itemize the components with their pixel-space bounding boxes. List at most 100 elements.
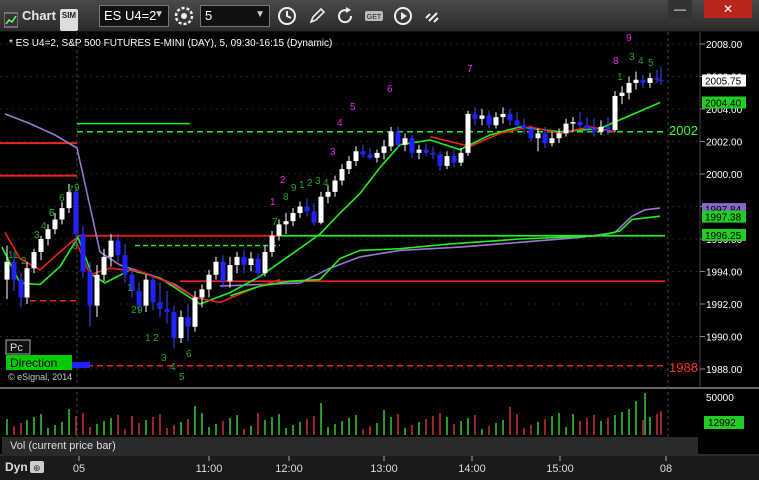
candle-body [269,235,275,252]
count-green: 2 [131,305,137,316]
get-icon[interactable]: GET [363,5,385,27]
count-magenta: 6 [387,84,393,95]
candle-body [409,138,415,153]
count-magenta: 7 [467,64,473,75]
close-button[interactable]: ✕ [704,0,752,18]
candle-body [297,206,303,213]
time-tick-label: 05 [73,463,85,475]
count-green: 6 [49,208,55,219]
candle-body [493,117,499,126]
candle-body [283,221,289,225]
candle-body [234,256,240,265]
count-green: 2 [153,333,159,344]
candle-body [325,191,331,197]
direction-label: Direction [10,356,57,370]
candle-body [353,151,359,161]
candle-body [150,279,156,303]
count-green: 8 [72,241,78,252]
candle-body [24,268,30,298]
sim-badge: SIM [60,9,78,31]
candle-body [87,271,93,306]
candle-body [507,113,513,121]
candle-body [465,113,471,153]
dyn-label: Dyn [5,460,28,474]
candle-body [430,152,436,155]
dyn-toggle-glyph: ⊕ [33,463,41,473]
candle-body [423,149,429,153]
symbol-combo[interactable]: ES U4=2 ▼ [99,5,169,27]
count-green: 7 [272,217,278,228]
level-label-2002: 2002 [669,123,698,138]
price-badge-label: 2005.75 [705,77,742,88]
refresh-icon[interactable] [334,5,356,27]
count-green: 1 [8,250,14,261]
candle-body [633,79,639,83]
candle-body [395,131,401,145]
count-magenta: 8 [613,56,619,67]
count-green: 1 [299,180,305,191]
copyright: © eSignal, 2014 [8,372,72,382]
candle-body [192,297,198,327]
count-green: 4 [638,56,644,67]
candle-body [381,146,387,153]
candle-body [619,92,625,96]
price-badge-label: 2004.40 [705,99,742,110]
candle-body [591,128,597,132]
candle-body [262,252,268,274]
candle-body [486,115,492,126]
play-icon[interactable] [392,5,414,27]
candle-body [521,125,527,129]
candle-body [206,274,212,290]
clock-icon[interactable] [276,5,298,27]
candle-body [360,151,366,155]
link-icon[interactable] [421,5,443,27]
count-green: 6 [186,349,192,360]
price-badge-label: 1997.38 [705,213,742,224]
candle-body [437,154,443,166]
count-green: 4 [41,221,47,232]
candle-body [388,131,394,147]
candle-body [178,317,184,339]
candle-body [658,79,664,82]
candle-body [598,126,604,132]
count-green: 1 [13,250,19,261]
candle-body [514,120,520,126]
pencil-icon[interactable] [306,5,328,27]
candle-body [647,78,653,83]
candle-body [542,133,548,144]
candle-body [101,256,107,275]
candle-body [654,78,660,80]
gear-icon[interactable] [173,5,195,27]
chevron-down-icon[interactable]: ▼ [255,9,265,20]
count-green: 4 [323,178,329,189]
count-green: 9 [291,183,297,194]
candle-body [563,123,569,134]
count-green: 2 [307,178,313,189]
minimize-button[interactable]: — [668,0,692,18]
candle-body [52,219,58,230]
candle-body [73,191,79,235]
time-tick-label: 14:00 [458,463,486,475]
count-magenta: 2 [280,175,286,186]
candle-body [59,208,65,220]
chevron-down-icon[interactable]: ▼ [154,9,164,20]
candle-body [458,152,464,163]
price-panel[interactable] [0,32,700,387]
candle-body [290,213,296,222]
chart-area[interactable]: 1234567891 23456789 1 2 3 41691213 4 5123456789… [0,32,759,480]
count-green: 1 [617,72,623,83]
candle-body [227,265,233,282]
count-green: 3 [34,230,40,241]
count-green: 8 [283,192,289,203]
candle-body [570,122,576,124]
interval-combo[interactable]: 5 ▼ [200,5,270,27]
candle-body [626,83,632,93]
candle-body [612,96,618,131]
count-green: 5 [648,58,654,69]
candle-body [4,261,10,280]
candle-body [185,317,191,327]
pc-label: Pc [10,342,23,354]
candle-body [255,258,261,274]
volume-tick-50000: 50000 [706,393,734,404]
count-magenta: 9 [626,33,632,44]
